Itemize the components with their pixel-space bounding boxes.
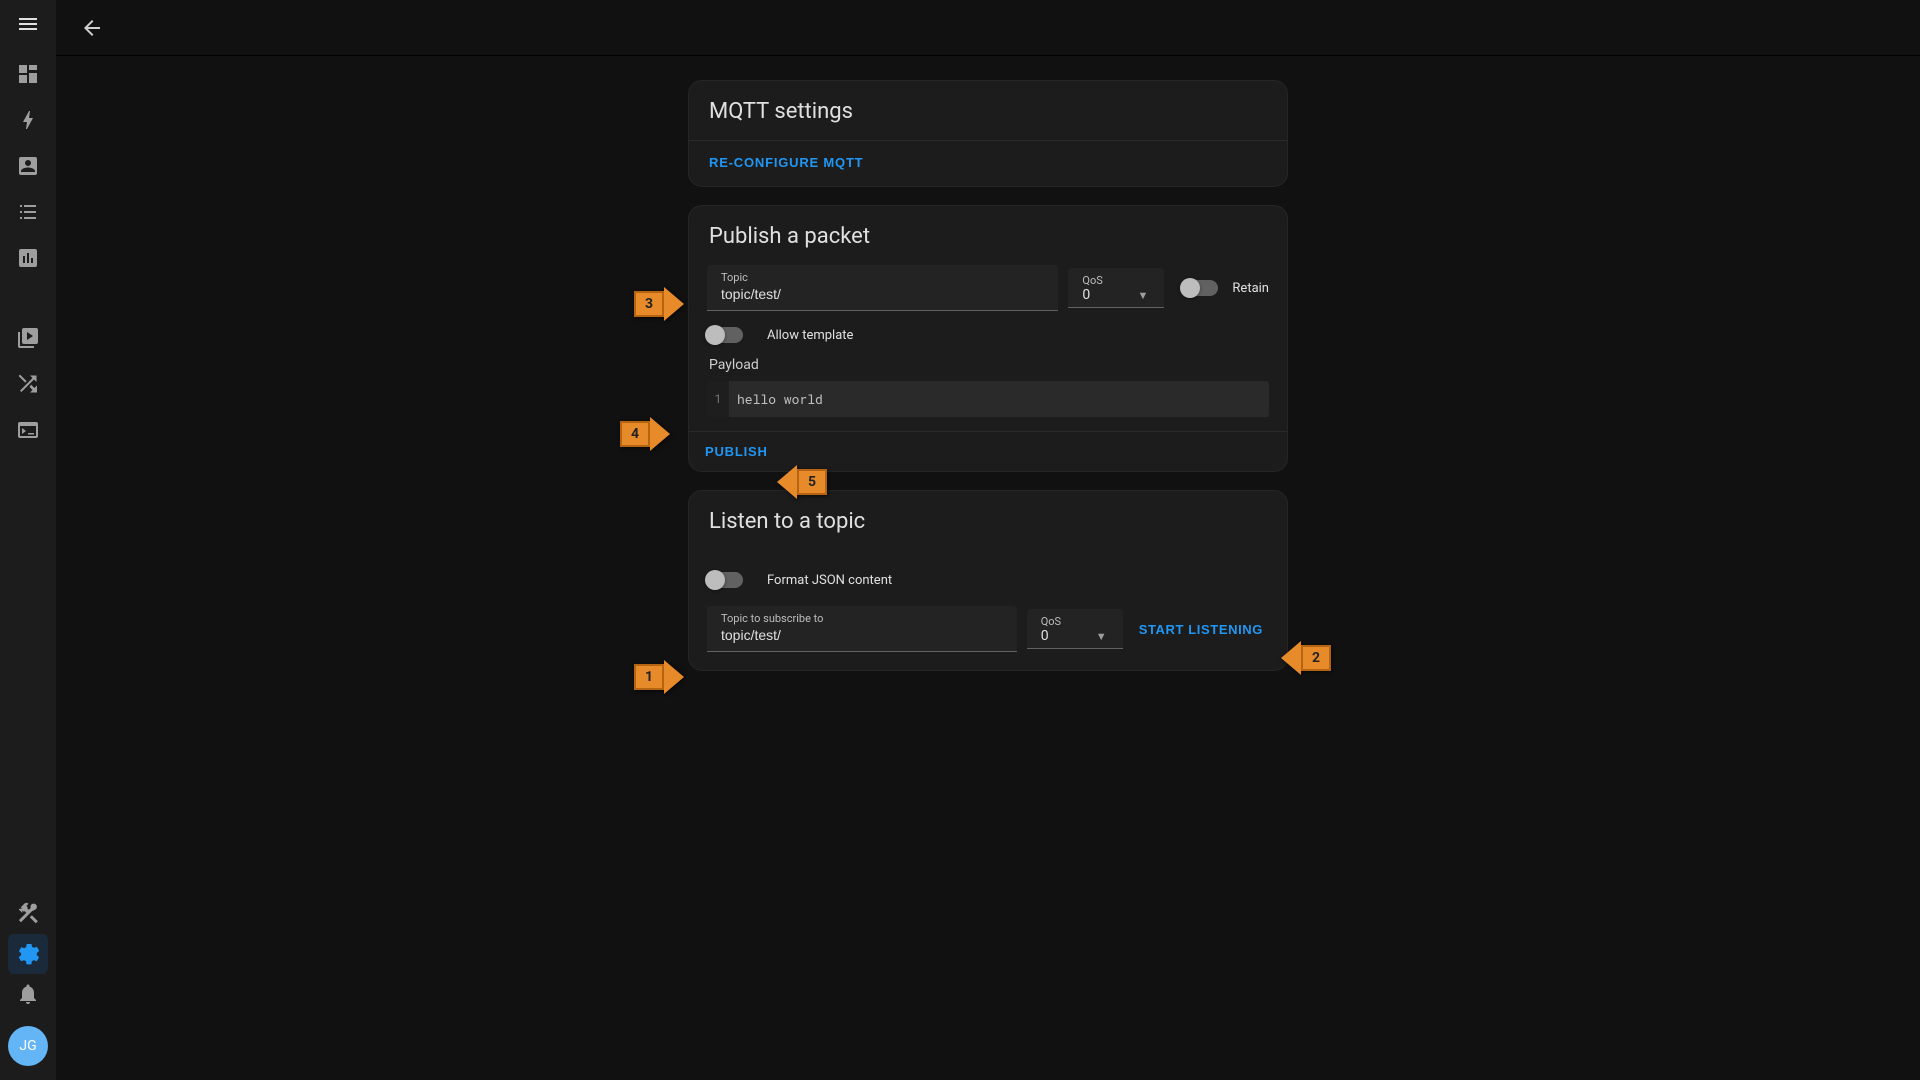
hammer-icon: [16, 902, 40, 926]
topic-field[interactable]: Topic: [707, 265, 1058, 311]
topbar: [56, 0, 1920, 56]
main: MQTT settings RE-CONFIGURE MQTT Publish …: [56, 0, 1920, 1080]
retain-label: Retain: [1232, 281, 1269, 296]
avatar[interactable]: JG: [8, 1026, 48, 1066]
nav-map[interactable]: [8, 146, 48, 186]
allow-template-label: Allow template: [767, 328, 853, 343]
publish-qos-field[interactable]: QoS 0 ▼: [1068, 268, 1164, 308]
console-icon: [16, 418, 40, 442]
format-json-toggle[interactable]: [707, 572, 743, 588]
hamburger-menu[interactable]: [8, 4, 48, 44]
dashboard-icon: [16, 62, 40, 86]
play-box-multiple-icon: [16, 326, 40, 350]
topic-input[interactable]: [721, 284, 1044, 306]
flash-icon: [16, 108, 40, 132]
sidebar: JG: [0, 0, 56, 1080]
topic-label: Topic: [721, 271, 1044, 284]
bell-icon: [16, 982, 40, 1006]
listen-card: Listen to a topic Format JSON content To…: [688, 490, 1288, 671]
back-button[interactable]: [72, 8, 112, 48]
chart-box-icon: [16, 246, 40, 270]
mqtt-settings-title: MQTT settings: [689, 81, 1287, 140]
annotation-label: 1: [634, 664, 664, 690]
arrow-right-icon: [664, 660, 684, 694]
arrow-left-icon: [80, 16, 104, 40]
publish-title: Publish a packet: [689, 206, 1287, 265]
subscribe-label: Topic to subscribe to: [721, 612, 1003, 625]
annotation-arrow-1: 1: [634, 660, 684, 694]
content: MQTT settings RE-CONFIGURE MQTT Publish …: [56, 56, 1920, 1080]
nav-devtools[interactable]: [8, 894, 48, 934]
shuffle-icon: [16, 372, 40, 396]
publish-qos-value: 0: [1082, 287, 1090, 303]
nav-overview[interactable]: [8, 54, 48, 94]
payload-input[interactable]: hello world: [729, 381, 1269, 417]
arrow-right-icon: [650, 417, 670, 451]
avatar-initials: JG: [19, 1038, 36, 1054]
annotation-arrow-3: 3: [634, 287, 684, 321]
publish-button[interactable]: PUBLISH: [703, 440, 770, 463]
allow-template-toggle[interactable]: [707, 327, 743, 343]
publish-card: Publish a packet Topic QoS 0 ▼: [688, 205, 1288, 472]
listen-qos-label: QoS: [1041, 615, 1109, 628]
annotation-label: 4: [620, 421, 650, 447]
start-listening-button[interactable]: START LISTENING: [1133, 612, 1269, 647]
nav-terminal[interactable]: [8, 410, 48, 450]
nav-settings[interactable]: [8, 934, 48, 974]
retain-toggle[interactable]: [1182, 280, 1218, 296]
format-json-label: Format JSON content: [767, 573, 892, 588]
mqtt-settings-card: MQTT settings RE-CONFIGURE MQTT: [688, 80, 1288, 187]
reconfigure-mqtt-button[interactable]: RE-CONFIGURE MQTT: [707, 151, 865, 174]
payload-line-number: 1: [707, 381, 729, 417]
listen-qos-field[interactable]: QoS 0 ▼: [1027, 609, 1123, 649]
subscribe-field[interactable]: Topic to subscribe to: [707, 606, 1017, 652]
nav-media[interactable]: [8, 318, 48, 358]
nav-file-editor[interactable]: [8, 364, 48, 404]
nav-history[interactable]: [8, 238, 48, 278]
chevron-down-icon: ▼: [1096, 630, 1109, 643]
annotation-label: 2: [1301, 645, 1331, 671]
payload-label: Payload: [709, 357, 1269, 373]
list-icon: [16, 200, 40, 224]
nav-logbook[interactable]: [8, 192, 48, 232]
annotation-arrow-2: 2: [1281, 641, 1331, 675]
chevron-down-icon: ▼: [1138, 289, 1151, 302]
subscribe-input[interactable]: [721, 625, 1003, 647]
listen-title: Listen to a topic: [689, 491, 1287, 550]
nav-energy[interactable]: [8, 100, 48, 140]
nav-notifications[interactable]: [8, 974, 48, 1014]
account-box-icon: [16, 154, 40, 178]
arrow-right-icon: [664, 287, 684, 321]
annotation-arrow-4: 4: [620, 417, 670, 451]
annotation-label: 3: [634, 291, 664, 317]
listen-qos-value: 0: [1041, 628, 1049, 644]
payload-editor[interactable]: 1 hello world: [707, 381, 1269, 417]
menu-icon: [16, 12, 40, 36]
gear-icon: [16, 942, 40, 966]
publish-qos-label: QoS: [1082, 274, 1150, 287]
